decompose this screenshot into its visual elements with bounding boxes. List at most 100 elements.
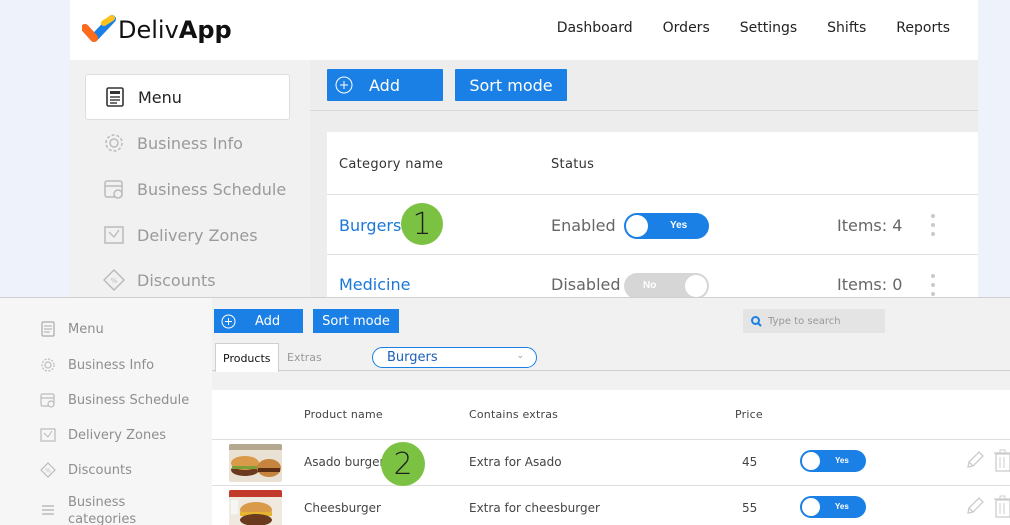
category-name-link[interactable]: Burgers (339, 216, 401, 235)
search-placeholder: Type to search (768, 315, 841, 327)
tab-products[interactable]: Products (215, 343, 279, 372)
status-text: Enabled (551, 216, 616, 235)
product-table: Product name Contains extras Price Asado… (212, 390, 1010, 525)
column-header-product-name: Product name (304, 408, 383, 421)
pencil-icon[interactable] (965, 449, 985, 476)
nav-dashboard[interactable]: Dashboard (557, 20, 633, 36)
disabled-toggle[interactable]: No (624, 273, 709, 299)
status-text: Disabled (551, 275, 621, 294)
list-icon (40, 502, 56, 518)
sort-mode-label: Sort mode (322, 313, 390, 329)
column-header-contains-extras: Contains extras (469, 408, 559, 421)
brand-name-regular: Deliv (118, 16, 179, 44)
sidebar-item-business-schedule[interactable]: Business Schedule (0, 385, 212, 415)
product-image (229, 490, 282, 525)
sidebar-item-label: Delivery Zones (68, 427, 166, 443)
map-icon (40, 427, 56, 443)
main-content: Add Sort mode Category name Status Burge… (310, 60, 978, 300)
add-button-label: Add (369, 75, 400, 95)
brand-logo[interactable]: Deliv App (82, 14, 232, 46)
nav-settings[interactable]: Settings (740, 20, 797, 36)
top-bar: Deliv App Dashboard Orders Settings Shift… (70, 0, 978, 60)
contains-extras: Extra for cheesburger (469, 501, 600, 515)
sort-mode-button[interactable]: Sort mode (313, 309, 399, 333)
nav-shifts[interactable]: Shifts (827, 20, 866, 36)
sidebar-item-business-categories[interactable]: Business categories (0, 494, 212, 525)
sidebar-item-discounts[interactable]: % Discounts (85, 257, 290, 300)
category-screen: Deliv App Dashboard Orders Settings Shift… (70, 0, 978, 300)
sidebar-item-discounts[interactable]: % Discounts (0, 455, 212, 485)
category-select-value: Burgers (387, 350, 438, 365)
search-icon (751, 315, 762, 327)
product-price: 55 (742, 501, 758, 515)
pencil-icon[interactable] (965, 495, 985, 522)
gear-icon (103, 132, 125, 154)
column-header-category-name: Category name (339, 157, 444, 172)
enabled-toggle[interactable]: Yes (800, 450, 866, 472)
callout-badge-1: 1 (401, 203, 443, 245)
svg-text:%: % (45, 468, 51, 475)
search-input[interactable]: Type to search (743, 309, 885, 333)
product-screen: Menu Business Info Business Schedule Del… (0, 297, 1010, 525)
add-button[interactable]: Add (327, 69, 443, 101)
brand-name-bold: App (178, 16, 232, 44)
sidebar-item-label: Business Info (68, 357, 155, 373)
enabled-toggle[interactable]: Yes (800, 496, 866, 518)
nav-orders[interactable]: Orders (663, 20, 710, 36)
toggle-label: Yes (835, 456, 849, 465)
trash-icon[interactable] (993, 448, 1010, 477)
product-name[interactable]: Cheesburger (304, 501, 381, 515)
sidebar-item-label: Menu (138, 87, 182, 107)
menu-icon (104, 86, 126, 108)
add-button[interactable]: Add (214, 309, 303, 333)
row-divider (327, 194, 978, 195)
sidebar-item-label: Business Info (137, 133, 243, 153)
svg-text:%: % (111, 277, 118, 285)
sort-mode-label: Sort mode (469, 75, 553, 95)
sidebar: Menu Business Info Business Schedule Del… (0, 298, 212, 525)
tab-extras[interactable]: Extras (287, 343, 322, 372)
sidebar-item-label: Business Schedule (137, 179, 287, 199)
category-name-link[interactable]: Medicine (339, 275, 410, 294)
sidebar-item-label: Delivery Zones (137, 225, 258, 245)
row-divider (212, 485, 1010, 486)
sidebar-item-business-info[interactable]: Business Info (0, 350, 212, 380)
sidebar-item-menu[interactable]: Menu (85, 74, 290, 120)
toggle-label: Yes (670, 220, 688, 231)
toggle-knob (626, 215, 648, 237)
main-content: Add Sort mode Type to search Products Ex… (212, 298, 1010, 525)
sidebar-item-label: Discounts (137, 270, 216, 290)
category-select[interactable]: Burgers ⌄ (372, 347, 537, 368)
sidebar-item-label-line2: categories (68, 512, 137, 525)
sidebar: Menu Business Info Business Schedule Del… (70, 60, 310, 300)
enabled-toggle[interactable]: Yes (624, 213, 709, 239)
column-header-price: Price (735, 408, 763, 421)
row-divider (212, 439, 1010, 440)
discount-icon: % (103, 269, 125, 291)
trash-icon[interactable] (993, 494, 1010, 523)
sidebar-item-label-wrap: Business categories (68, 494, 136, 525)
product-tabs: Products Extras Burgers ⌄ (212, 343, 1010, 372)
sidebar-item-business-info[interactable]: Business Info (85, 120, 290, 166)
gear-icon (40, 357, 56, 373)
sort-mode-button[interactable]: Sort mode (455, 69, 567, 101)
product-name[interactable]: Asado burger (304, 455, 384, 469)
nav-reports[interactable]: Reports (896, 20, 950, 36)
sidebar-item-delivery-zones[interactable]: Delivery Zones (85, 212, 290, 258)
more-options-icon[interactable] (931, 214, 935, 241)
toggle-knob (802, 498, 820, 516)
product-image (229, 444, 282, 482)
sidebar-item-business-schedule[interactable]: Business Schedule (85, 166, 290, 212)
sidebar-item-menu[interactable]: Menu (0, 314, 212, 344)
toolbar-divider (310, 110, 978, 111)
toggle-knob (802, 452, 820, 470)
callout-badge-2: 2 (381, 442, 425, 486)
calendar-clock-icon (103, 178, 125, 200)
sidebar-item-label: Business (68, 495, 126, 510)
toggle-label: No (643, 280, 657, 291)
sidebar-item-label: Discounts (68, 462, 132, 478)
sidebar-item-delivery-zones[interactable]: Delivery Zones (0, 420, 212, 450)
toggle-knob (685, 275, 707, 297)
toggle-label: Yes (835, 502, 849, 511)
main-nav: Dashboard Orders Settings Shifts Reports (557, 20, 950, 36)
